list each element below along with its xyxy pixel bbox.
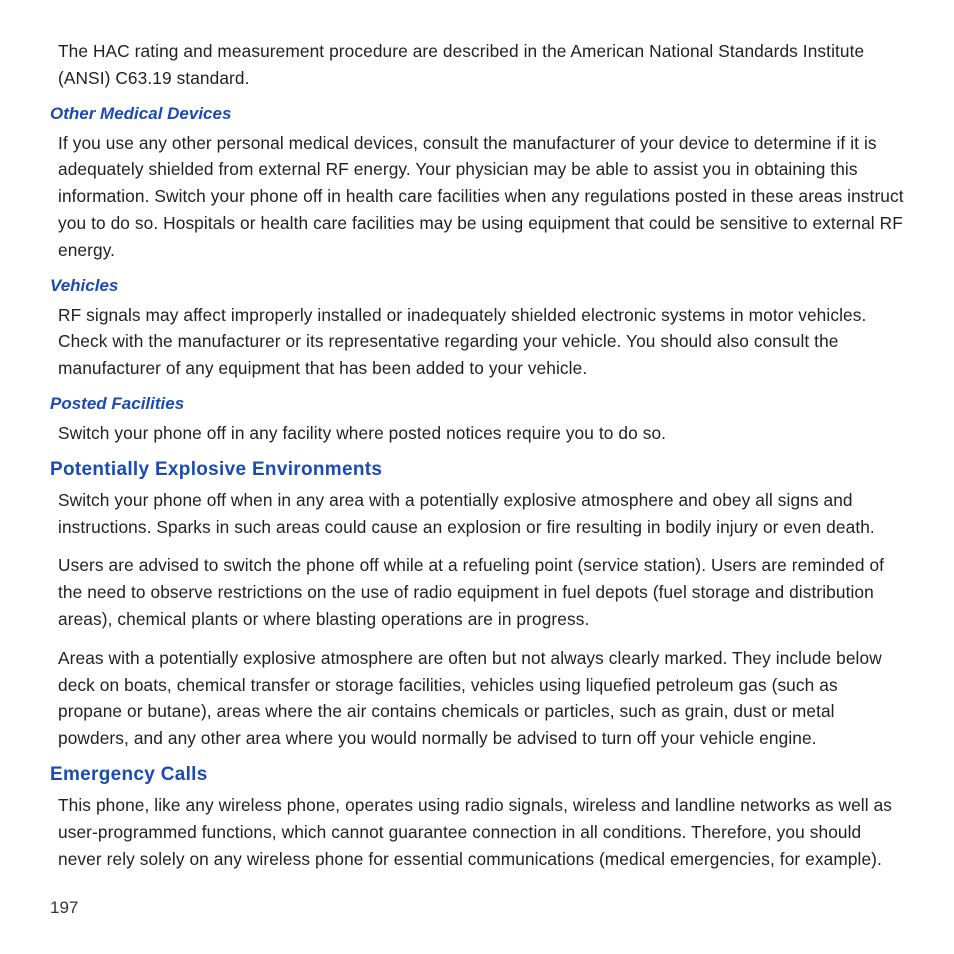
- body-vehicles: RF signals may affect improperly install…: [58, 302, 904, 382]
- heading-other-medical-devices: Other Medical Devices: [50, 104, 904, 124]
- page-content: The HAC rating and measurement procedure…: [0, 0, 954, 954]
- body-emergency-calls: This phone, like any wireless phone, ope…: [58, 792, 904, 872]
- body-posted-facilities: Switch your phone off in any facility wh…: [58, 420, 904, 447]
- body-explosive-p1: Switch your phone off when in any area w…: [58, 487, 904, 541]
- heading-vehicles: Vehicles: [50, 276, 904, 296]
- heading-potentially-explosive: Potentially Explosive Environments: [50, 459, 904, 481]
- body-explosive-p2: Users are advised to switch the phone of…: [58, 552, 904, 632]
- intro-paragraph: The HAC rating and measurement procedure…: [58, 38, 904, 92]
- heading-posted-facilities: Posted Facilities: [50, 394, 904, 414]
- body-explosive-p3: Areas with a potentially explosive atmos…: [58, 645, 904, 752]
- page-number: 197: [50, 898, 78, 918]
- body-other-medical-devices: If you use any other personal medical de…: [58, 130, 904, 264]
- heading-emergency-calls: Emergency Calls: [50, 764, 904, 786]
